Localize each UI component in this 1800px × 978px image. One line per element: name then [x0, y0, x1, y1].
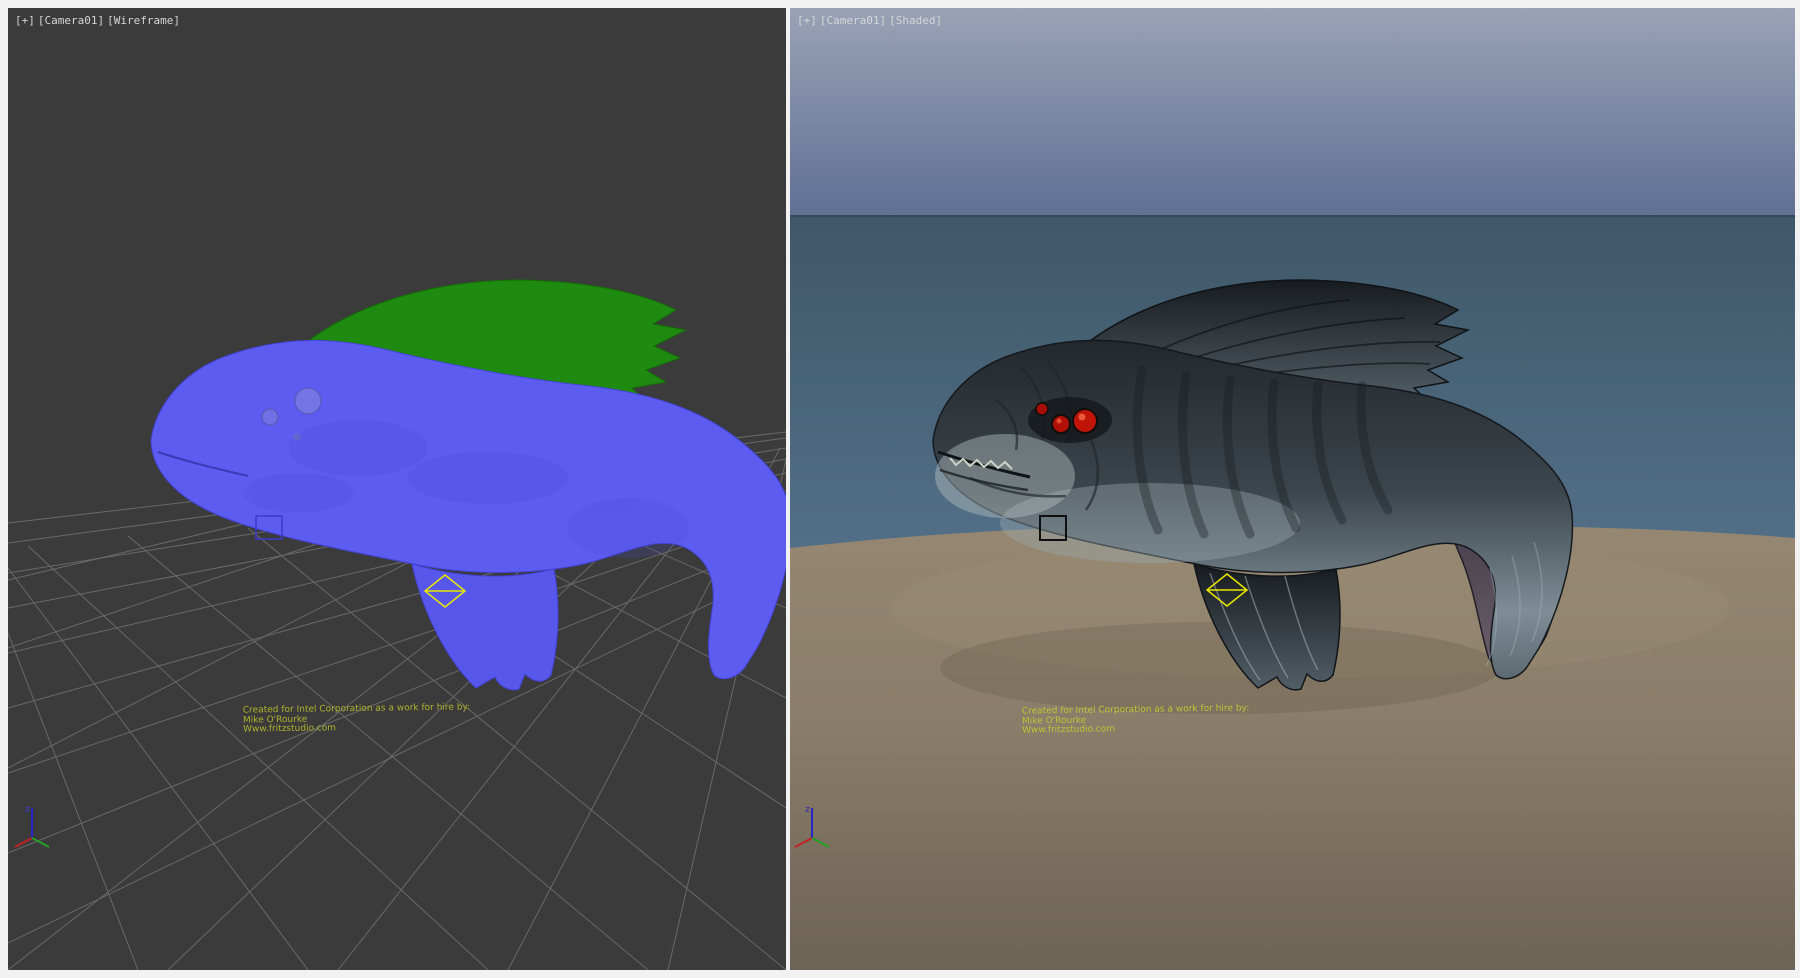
pelvic-fin[interactable]: [412, 564, 558, 690]
viewport-wireframe[interactable]: [+] [Camera01] [Wireframe]: [8, 8, 786, 970]
world-axis-tripod: z: [15, 805, 49, 847]
viewport-label: [+] [Camera01] [Shaded]: [797, 14, 942, 27]
viewport-menu-general[interactable]: [+]: [15, 14, 35, 27]
fish-model-wireframe[interactable]: [151, 280, 786, 690]
viewport-label: [+] [Camera01] [Wireframe]: [15, 14, 180, 27]
viewport-menu-general[interactable]: [+]: [797, 14, 817, 27]
z-axis-label: z: [25, 805, 30, 815]
viewport-menu-pov[interactable]: [Camera01]: [38, 14, 104, 27]
eyes: [1028, 397, 1112, 443]
viewport-menu-shading[interactable]: [Shaded]: [889, 14, 942, 27]
viewport-shaded[interactable]: [+] [Camera01] [Shaded]: [790, 8, 1795, 970]
shaded-scene[interactable]: z: [790, 8, 1795, 970]
z-axis-label: z: [805, 805, 810, 815]
viewport-menu-shading[interactable]: [Wireframe]: [107, 14, 180, 27]
viewport-split-area: [+] [Camera01] [Wireframe]: [0, 0, 1800, 978]
viewport-menu-pov[interactable]: [Camera01]: [820, 14, 886, 27]
sky: [790, 8, 1795, 216]
wireframe-scene[interactable]: z: [8, 8, 786, 970]
horizon-line: [790, 215, 1795, 217]
